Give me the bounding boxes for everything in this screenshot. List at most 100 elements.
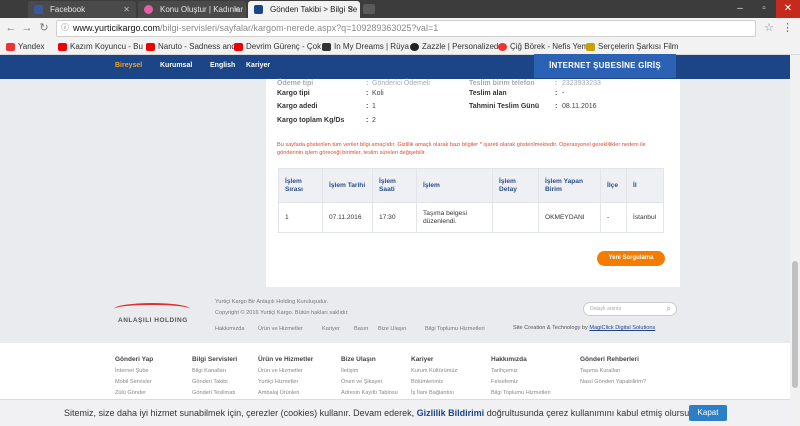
close-icon[interactable]: ✕: [347, 1, 354, 18]
tab-gonderi-takibi[interactable]: Gönden Takibi > Bilgi Se ✕: [248, 1, 360, 18]
bookmark-kazim[interactable]: Kazım Koyuncu - Bu: [58, 41, 143, 53]
zazzle-icon: [410, 43, 419, 51]
new-query-button[interactable]: Yeni Sorgulama: [597, 251, 665, 266]
reload-icon[interactable]: ↻: [37, 21, 51, 35]
info-value: Koli: [372, 90, 384, 97]
info-label: Kargo tipi: [277, 90, 310, 97]
footer-link[interactable]: Kariyer: [322, 326, 340, 332]
sitemap-heading[interactable]: Bize Ulaşın: [341, 356, 376, 363]
sitemap-link[interactable]: Bilgi Toplumu Hizmetleri: [491, 390, 551, 396]
nav-bireysel[interactable]: Bireysel: [115, 62, 142, 69]
url-host: www.yurticikargo.com: [73, 23, 161, 33]
bookmark-dreams[interactable]: In My Dreams | Rüya: [322, 41, 409, 53]
browser-tab-bar: Facebook ✕ Konu Oluştur | Kadınlar K ✕ G…: [0, 0, 800, 18]
table-cell: 1: [278, 202, 323, 233]
yandex-icon: [6, 43, 15, 51]
sitemap-link[interactable]: Gönderi Takibi: [192, 379, 228, 385]
nav-english[interactable]: English: [210, 62, 235, 69]
bookmark-borek[interactable]: Çiğ Börek - Nefis Yem: [498, 41, 588, 53]
sitemap-link[interactable]: Bölümlerimiz: [411, 379, 443, 385]
info-label: Kargo adedi: [277, 103, 318, 110]
internet-branch-button[interactable]: İNTERNET ŞUBESİNE GİRİŞ: [534, 54, 676, 78]
sitemap-link[interactable]: Ambalaj Ürünleri: [258, 390, 299, 396]
sitemap-link[interactable]: İletişim: [341, 368, 358, 374]
sitemap-link[interactable]: Yurtiçi Hizmetler: [258, 379, 298, 385]
footer-copyright: Copyright © 2016 Yurtiçi Kargo. Bütün ha…: [215, 310, 349, 316]
site-nav: Bireysel Kurumsal English Kariyer: [0, 55, 800, 79]
sitemap-link[interactable]: Gönderi Teslimatı: [192, 390, 235, 396]
sitemap-heading[interactable]: Hakkımızda: [491, 356, 527, 363]
youtube-icon: [234, 43, 243, 51]
page-info-icon[interactable]: ⓘ: [61, 24, 69, 32]
maximize-icon[interactable]: ▫: [752, 0, 776, 18]
nav-kariyer[interactable]: Kariyer: [246, 62, 270, 69]
cookie-banner: Sitemiz, size daha iyi hizmet sunabilmek…: [0, 399, 800, 426]
table-header-row: İşlem Sırası İşlem Tarihi İşlem Saati İş…: [278, 168, 664, 203]
col-islem: İşlem: [416, 168, 493, 203]
bookmark-sercelerin[interactable]: Serçelerin Şarkısı Film: [586, 41, 678, 53]
site-icon: [144, 5, 153, 14]
tab-facebook[interactable]: Facebook ✕: [28, 1, 136, 18]
sitemap-link[interactable]: İş İlanı Bağlantısı: [411, 390, 454, 396]
menu-dots-icon[interactable]: ⋮: [782, 21, 793, 34]
site-credit: Site Creation & Technology by MagiClick …: [513, 325, 656, 331]
tracking-table: İşlem Sırası İşlem Tarihi İşlem Saati İş…: [278, 168, 664, 233]
table-cell: Taşıma belgesi düzenlendi.: [416, 202, 493, 233]
col-islem-detay: İşlem Detay: [492, 168, 539, 203]
back-icon[interactable]: ←: [4, 21, 18, 35]
sitemap-link[interactable]: Öneri ve Şikayet: [341, 379, 382, 385]
forward-icon[interactable]: →: [20, 21, 34, 35]
footer-link[interactable]: Bize Ulaşın: [378, 326, 406, 332]
footer-link[interactable]: Ürün ve Hizmetler: [258, 326, 303, 332]
sitemap-link[interactable]: Ürün ve Hizmetler: [258, 368, 303, 374]
search-icon[interactable]: ⌕: [667, 303, 671, 315]
bookmark-zazzle[interactable]: Zazzle | Personalized: [410, 41, 498, 53]
new-tab-button[interactable]: [363, 4, 375, 14]
facebook-icon: [34, 5, 43, 14]
credit-link[interactable]: MagiClick Digital Solutions: [589, 325, 655, 331]
col-islem-tarihi: İşlem Tarihi: [322, 168, 373, 203]
table-cell: [492, 202, 539, 233]
logo-swoosh: [114, 303, 190, 315]
url-input[interactable]: ⓘ www.yurticikargo.com/bilgi-servisleri/…: [56, 20, 756, 37]
bookmark-star-icon[interactable]: ☆: [764, 21, 774, 34]
sitemap-link[interactable]: Bilgi Kanalları: [192, 368, 226, 374]
close-icon[interactable]: ✕: [123, 1, 130, 18]
tab-kadinlar[interactable]: Konu Oluştur | Kadınlar K ✕: [138, 1, 246, 18]
sitemap-link[interactable]: Nasıl Gönderi Yapabilirim?: [580, 379, 646, 385]
sitemap-link[interactable]: Mobil Servisler: [115, 379, 152, 385]
footer-link[interactable]: Bilgi Toplumu Hizmetleri: [425, 326, 485, 332]
sitemap-heading[interactable]: Kariyer: [411, 356, 433, 363]
sitemap-link[interactable]: Tarihçemiz: [491, 368, 518, 374]
table-cell: 17:30: [372, 202, 417, 233]
sitemap-link[interactable]: Zülü Gönder: [115, 390, 146, 396]
close-window-icon[interactable]: ✕: [776, 0, 800, 18]
table-cell: 07.11.2016: [322, 202, 373, 233]
nav-kurumsal[interactable]: Kurumsal: [160, 62, 192, 69]
sitemap-link[interactable]: Kurum Kültürümüz: [411, 368, 457, 374]
sitemap-heading[interactable]: Gönderi Rehberleri: [580, 356, 639, 363]
privacy-link[interactable]: Gizlilik Bildirimi: [417, 408, 485, 418]
scrollbar-thumb[interactable]: [792, 261, 798, 388]
sitemap-link[interactable]: Felsefemiz: [491, 379, 518, 385]
sitemap-heading[interactable]: Ürün ve Hizmetler: [258, 356, 313, 363]
hd-icon: [586, 43, 595, 51]
sitemap-heading[interactable]: Bilgi Servisleri: [192, 356, 237, 363]
cookie-close-button[interactable]: Kapat: [689, 405, 727, 421]
sitemap-link[interactable]: Taşıma Kuralları: [580, 368, 620, 374]
sitemap-link[interactable]: Adresin Kayıtlı Tablosu: [341, 390, 398, 396]
sitemap-link[interactable]: İnternet Şube: [115, 368, 149, 374]
footer-link[interactable]: Basın: [354, 326, 368, 332]
bookmark-devrim[interactable]: Devrim Gürenç - Çok: [234, 41, 321, 53]
food-icon: [498, 43, 507, 51]
footer-search-input[interactable]: Detaylı arama ⌕: [583, 302, 677, 316]
info-label: Ödeme tipi: [277, 80, 314, 87]
bookmark-yandex[interactable]: Yandex: [6, 41, 45, 53]
tab-label: Facebook: [50, 5, 86, 14]
close-icon[interactable]: ✕: [233, 1, 240, 18]
minimize-icon[interactable]: –: [728, 0, 752, 18]
footer-link[interactable]: Hakkımızda: [215, 326, 245, 332]
address-toolbar: ← → ↻ ⓘ www.yurticikargo.com/bilgi-servi…: [0, 18, 800, 39]
sitemap-heading[interactable]: Gönderi Yap: [115, 356, 153, 363]
bookmark-naruto[interactable]: Naruto - Sadness and: [146, 41, 236, 53]
